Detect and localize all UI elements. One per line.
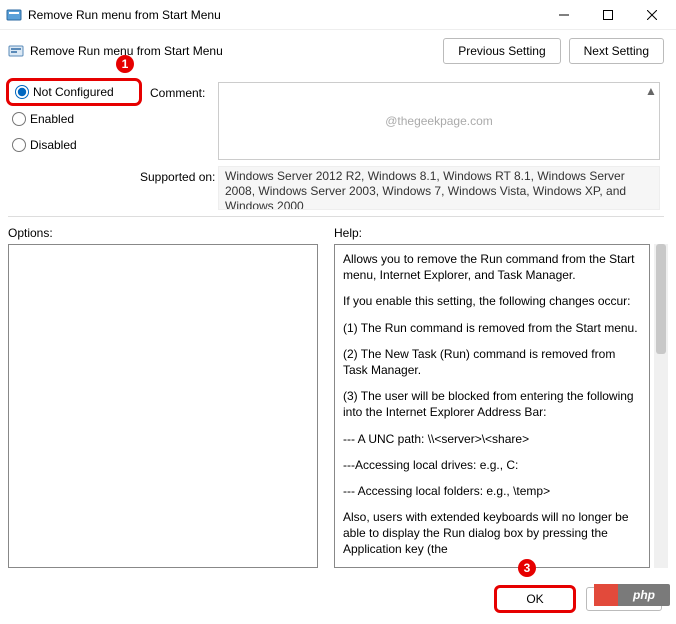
radio-not-configured[interactable]: Not Configured (6, 78, 142, 106)
comment-watermark: @thegeekpage.com (385, 114, 493, 128)
annotation-badge-3: 3 (518, 559, 536, 577)
maximize-button[interactable] (586, 0, 630, 30)
php-watermark-bar (594, 584, 618, 606)
options-label: Options: (8, 226, 53, 240)
help-text: --- A UNC path: \\<server>\<share> (343, 431, 641, 447)
radio-enabled[interactable]: Enabled (12, 112, 142, 126)
help-scrollbar[interactable] (654, 244, 668, 568)
options-box (8, 244, 318, 568)
comment-label: Comment: (150, 86, 205, 114)
supported-label: Supported on: (140, 170, 215, 184)
help-text: --- Accessing local folders: e.g., \temp… (343, 483, 641, 499)
help-label: Help: (334, 226, 362, 240)
scrollbar-thumb[interactable] (656, 244, 666, 354)
next-setting-button[interactable]: Next Setting (569, 38, 664, 64)
help-text: Allows you to remove the Run command fro… (343, 251, 641, 283)
php-watermark-text: php (618, 588, 670, 602)
annotation-badge-1: 1 (116, 55, 134, 73)
help-text: If you enable this setting, the followin… (343, 293, 641, 309)
app-icon (6, 7, 22, 23)
footer: OK Cancel php (0, 578, 676, 620)
help-text: (1) The Run command is removed from the … (343, 320, 641, 336)
minimize-button[interactable] (542, 0, 586, 30)
radio-not-configured-label: Not Configured (33, 85, 114, 99)
radio-disabled-input[interactable] (12, 138, 26, 152)
scroll-up-icon[interactable]: ▲ (645, 85, 657, 97)
supported-on-box: Windows Server 2012 R2, Windows 8.1, Win… (218, 166, 660, 210)
radio-not-configured-input[interactable] (15, 85, 29, 99)
header-row: Remove Run menu from Start Menu Previous… (0, 30, 676, 70)
divider (8, 216, 664, 217)
help-text: ---Accessing local drives: e.g., C: (343, 457, 641, 473)
close-button[interactable] (630, 0, 674, 30)
field-labels: Comment: (150, 86, 205, 114)
window-title: Remove Run menu from Start Menu (28, 8, 542, 22)
previous-setting-button[interactable]: Previous Setting (443, 38, 560, 64)
help-text: (3) The user will be blocked from enteri… (343, 388, 641, 420)
radio-enabled-input[interactable] (12, 112, 26, 126)
help-box: Allows you to remove the Run command fro… (334, 244, 650, 568)
radio-enabled-label: Enabled (30, 112, 74, 126)
radio-disabled[interactable]: Disabled (12, 138, 142, 152)
comment-textarea[interactable]: @thegeekpage.com ▲ (218, 82, 660, 160)
titlebar: Remove Run menu from Start Menu (0, 0, 676, 30)
ok-button[interactable]: OK (494, 585, 576, 613)
policy-icon (8, 43, 24, 59)
help-text: Also, users with extended keyboards will… (343, 509, 641, 558)
help-text: (2) The New Task (Run) command is remove… (343, 346, 641, 378)
radio-disabled-label: Disabled (30, 138, 77, 152)
supported-on-text: Windows Server 2012 R2, Windows 8.1, Win… (225, 169, 626, 210)
state-radio-group: Not Configured Enabled Disabled (12, 78, 142, 164)
php-watermark: php (594, 584, 670, 606)
policy-title: Remove Run menu from Start Menu (30, 44, 443, 58)
